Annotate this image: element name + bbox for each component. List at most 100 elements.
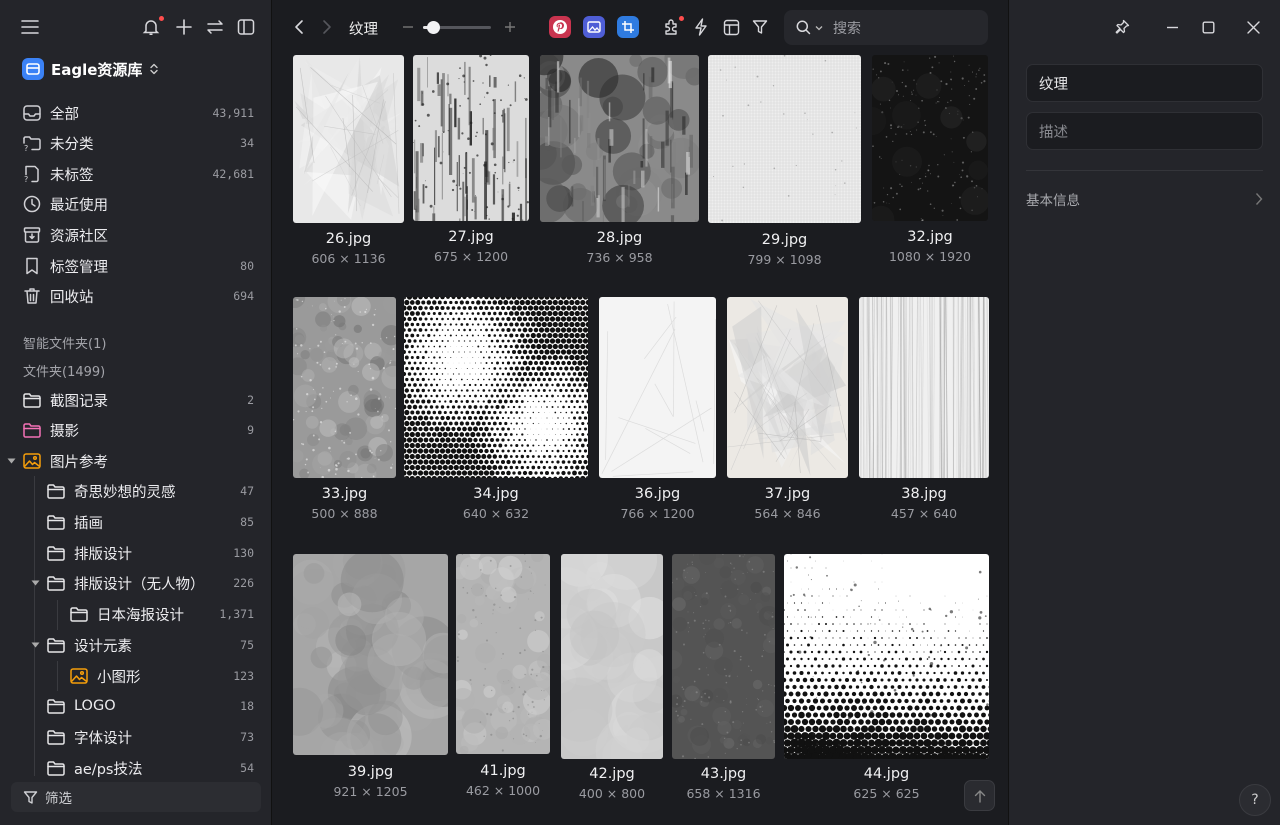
folder-item-4[interactable]: 插画 85 xyxy=(0,507,272,537)
nav-count: 80 xyxy=(240,259,254,273)
smart-folders-section[interactable]: 智能文件夹(1) xyxy=(23,333,106,352)
help-button[interactable]: ? xyxy=(1239,784,1271,816)
asset-thumbnail[interactable] xyxy=(293,55,404,223)
folder-icon xyxy=(46,543,66,563)
folder-title-field[interactable]: 纹理 xyxy=(1026,64,1263,102)
description-field[interactable]: 描述 xyxy=(1026,112,1263,150)
image-app-icon[interactable] xyxy=(583,16,605,38)
layout-icon[interactable] xyxy=(719,15,743,39)
sidebar-nav-item-4[interactable]: 资源社区 xyxy=(0,220,272,250)
pin-icon[interactable] xyxy=(1110,15,1134,39)
folder-count: 75 xyxy=(240,638,254,652)
asset-thumbnail[interactable] xyxy=(727,297,848,478)
sidebar-nav-item-5[interactable]: 标签管理 80 xyxy=(0,251,272,281)
pinterest-icon[interactable] xyxy=(549,16,571,38)
folder-icon xyxy=(46,481,66,501)
folder-item-2[interactable]: 图片参考 xyxy=(0,446,272,476)
folder-count: 18 xyxy=(240,699,254,713)
folder-item-3[interactable]: 奇思妙想的灵感 47 xyxy=(0,476,272,506)
search-placeholder: 搜索 xyxy=(833,20,861,37)
zoom-in-icon[interactable] xyxy=(498,15,522,39)
back-icon[interactable] xyxy=(287,15,311,39)
search-box[interactable]: 搜索 xyxy=(784,10,988,45)
bell-icon[interactable] xyxy=(139,15,164,39)
add-icon[interactable] xyxy=(172,15,196,39)
asset-thumbnail[interactable] xyxy=(859,297,989,478)
asset-dimensions: 640 × 632 xyxy=(462,506,530,521)
breadcrumb: 纹理 xyxy=(349,22,378,38)
sidebar-nav-item-2[interactable]: ? 未标签 42,681 xyxy=(0,159,272,189)
folder-item-7[interactable]: 日本海报设计 1,371 xyxy=(0,599,272,629)
plugin-icon[interactable] xyxy=(660,15,684,39)
folder-label: 图片参考 xyxy=(50,454,108,471)
folder-item-12[interactable]: ae/ps技法 54 xyxy=(0,753,272,783)
crop-app-icon[interactable] xyxy=(617,16,639,38)
archive-icon xyxy=(22,225,42,245)
sidebar-nav-item-6[interactable]: 回收站 694 xyxy=(0,281,272,311)
inspector-panel: 纹理 描述 基本信息 ? xyxy=(1008,0,1280,825)
maximize-icon[interactable] xyxy=(1196,15,1220,39)
library-switcher[interactable]: Eagle资源库 xyxy=(22,57,159,81)
zoom-out-icon[interactable] xyxy=(396,15,420,39)
folder-item-1[interactable]: 摄影 9 xyxy=(0,415,272,445)
asset-thumbnail[interactable] xyxy=(784,554,989,759)
back-to-top-button[interactable] xyxy=(964,780,995,811)
folder-label: 日本海报设计 xyxy=(97,607,184,624)
folder-label: ae/ps技法 xyxy=(74,761,143,778)
folder-label: 截图记录 xyxy=(50,393,108,410)
minimize-icon[interactable] xyxy=(1160,15,1184,39)
asset-thumbnail[interactable] xyxy=(561,554,663,759)
asset-thumbnail[interactable] xyxy=(456,554,550,754)
main-content: 纹理 搜索 26.jpg 606 × 1136 27.jpg 675 × 120… xyxy=(273,0,1007,825)
folder-item-8[interactable]: 设计元素 75 xyxy=(0,630,272,660)
asset-thumbnail[interactable] xyxy=(599,297,716,478)
folder-count: 9 xyxy=(247,423,254,437)
asset-filename[interactable]: 34.jpg xyxy=(384,485,608,503)
folder-label: 字体设计 xyxy=(74,730,132,747)
expand-caret-icon[interactable] xyxy=(6,456,16,466)
folder-item-10[interactable]: LOGO 18 xyxy=(0,691,272,721)
asset-filename[interactable]: 32.jpg xyxy=(852,228,1007,246)
asset-thumbnail[interactable] xyxy=(293,297,396,478)
toolbar: 纹理 搜索 xyxy=(273,0,1007,54)
folder-icon xyxy=(22,390,42,410)
sidebar-nav-item-3[interactable]: 最近使用 xyxy=(0,189,272,219)
folder-item-0[interactable]: 截图记录 2 xyxy=(0,385,272,415)
menu-icon[interactable] xyxy=(18,15,42,39)
zoom-slider-knob[interactable] xyxy=(427,21,441,34)
folder-item-6[interactable]: 排版设计（无人物） 226 xyxy=(0,568,272,598)
swap-icon[interactable] xyxy=(203,15,227,39)
forward-icon[interactable] xyxy=(315,15,339,39)
folder-count: 1,371 xyxy=(219,607,254,621)
asset-thumbnail[interactable] xyxy=(293,554,448,755)
zoom-slider[interactable] xyxy=(423,21,491,34)
expand-caret-icon[interactable] xyxy=(30,640,40,650)
nav-count: 42,681 xyxy=(212,167,254,181)
sidebar-toggle-icon[interactable] xyxy=(234,15,258,39)
filter-icon[interactable] xyxy=(748,15,772,39)
lightning-icon[interactable] xyxy=(689,15,713,39)
asset-thumbnail[interactable] xyxy=(404,297,588,478)
asset-thumbnail[interactable] xyxy=(872,55,988,221)
expand-caret-icon[interactable] xyxy=(30,578,40,588)
basic-info-row[interactable]: 基本信息 xyxy=(1026,170,1263,226)
nav-label: 标签管理 xyxy=(50,259,108,276)
asset-thumbnail[interactable] xyxy=(540,55,699,222)
image-folder-icon xyxy=(69,666,89,686)
folder-item-5[interactable]: 排版设计 130 xyxy=(0,538,272,568)
asset-thumbnail[interactable] xyxy=(413,55,529,221)
folders-section[interactable]: 文件夹(1499) xyxy=(23,361,105,380)
asset-thumbnail[interactable] xyxy=(708,55,861,223)
asset-thumbnail[interactable] xyxy=(672,554,775,759)
close-icon[interactable] xyxy=(1241,15,1265,39)
folder-item-9[interactable]: 小图形 123 xyxy=(0,661,272,691)
nav-count: 43,911 xyxy=(212,106,254,120)
folder-item-11[interactable]: 字体设计 73 xyxy=(0,722,272,752)
sidebar-nav-item-1[interactable]: ? 未分类 34 xyxy=(0,128,272,158)
folder-label: 摄影 xyxy=(50,423,79,440)
asset-filename[interactable]: 38.jpg xyxy=(839,485,1007,503)
chevron-right-icon xyxy=(1255,192,1263,206)
sidebar-nav-item-0[interactable]: 全部 43,911 xyxy=(0,98,272,128)
filter-button[interactable]: 筛选 xyxy=(11,782,261,812)
chevron-down-icon xyxy=(815,25,823,31)
